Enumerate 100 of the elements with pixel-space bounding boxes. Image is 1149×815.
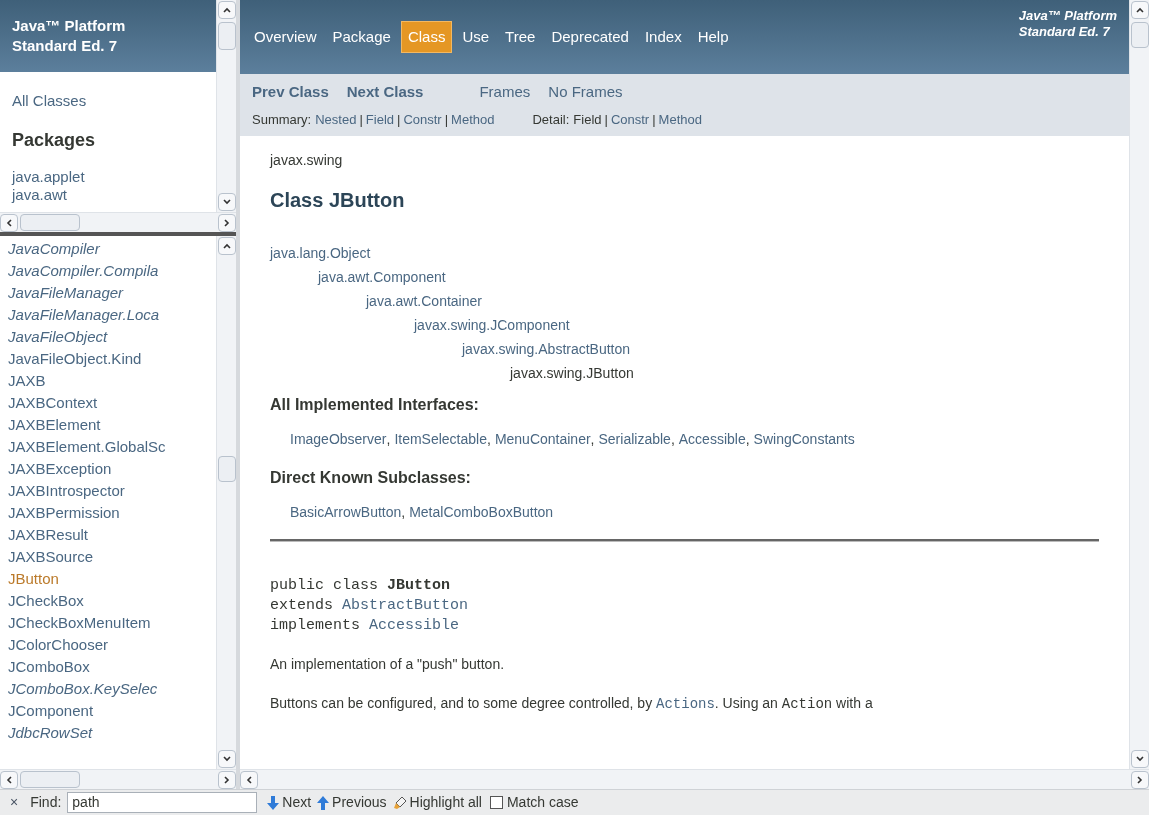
scroll-thumb[interactable] bbox=[218, 22, 236, 50]
hierarchy-link[interactable]: javax.swing.JComponent bbox=[414, 312, 570, 337]
scroll-right-icon[interactable] bbox=[218, 770, 236, 789]
class-link[interactable]: JAXBResult bbox=[8, 524, 89, 546]
class-link[interactable]: JAXB bbox=[8, 370, 46, 392]
class-link[interactable]: JButton bbox=[8, 568, 59, 590]
nav-link[interactable]: Constr bbox=[610, 110, 650, 130]
scroll-thumb[interactable] bbox=[1131, 22, 1149, 48]
hierarchy-link[interactable]: java.awt.Container bbox=[366, 288, 482, 313]
description-text: An implementation of a "push" button. bbox=[270, 655, 505, 672]
class-link[interactable]: JComboBox.KeySelec bbox=[8, 678, 158, 700]
class-link[interactable]: JColorChooser bbox=[8, 634, 109, 656]
nav-tab[interactable]: Use bbox=[456, 21, 496, 53]
hierarchy-link[interactable]: java.lang.Object bbox=[270, 240, 371, 265]
vertical-scrollbar[interactable] bbox=[216, 0, 236, 212]
separator: | bbox=[604, 111, 608, 129]
frames-link[interactable]: Frames bbox=[479, 80, 531, 104]
type-link[interactable]: AbstractButton bbox=[342, 595, 469, 616]
close-button[interactable]: × bbox=[8, 792, 21, 813]
scroll-thumb[interactable] bbox=[20, 771, 80, 788]
scroll-right-icon[interactable] bbox=[218, 213, 236, 232]
previous-button[interactable]: Previous bbox=[317, 792, 387, 813]
package-name: javax.swing bbox=[270, 150, 343, 170]
scroll-left-icon[interactable] bbox=[0, 213, 18, 232]
all-classes-link[interactable]: All Classes bbox=[12, 90, 87, 113]
class-link[interactable]: JdbcRowSet bbox=[8, 722, 93, 744]
frames-link[interactable]: No Frames bbox=[548, 80, 623, 104]
find-field[interactable]: path bbox=[67, 792, 258, 813]
vertical-scrollbar[interactable] bbox=[216, 236, 236, 769]
class-link[interactable]: JAXBSource bbox=[8, 546, 94, 568]
class-link[interactable]: JCheckBox bbox=[8, 590, 84, 612]
arrow-down-icon bbox=[267, 795, 280, 810]
interface-link[interactable]: Accessible bbox=[678, 428, 746, 450]
summary-label: Summary: bbox=[252, 111, 312, 129]
code-link[interactable]: Actions bbox=[656, 695, 715, 712]
hierarchy-link[interactable]: java.awt.Component bbox=[318, 264, 446, 289]
scroll-up-icon[interactable] bbox=[218, 237, 236, 255]
comma: , bbox=[487, 429, 491, 449]
scroll-up-icon[interactable] bbox=[218, 1, 236, 19]
class-link[interactable]: JavaFileManager.Loca bbox=[8, 304, 160, 326]
class-link[interactable]: JCheckBoxMenuItem bbox=[8, 612, 151, 634]
scroll-right-icon[interactable] bbox=[1131, 770, 1149, 789]
detail-label: Detail: bbox=[532, 111, 570, 129]
match-case-checkbox[interactable]: Match case bbox=[489, 792, 579, 813]
interface-link[interactable]: MenuContainer bbox=[494, 428, 591, 450]
package-link[interactable]: java.applet bbox=[12, 167, 85, 186]
class-link[interactable]: JavaFileObject.Kind bbox=[8, 348, 142, 370]
nav-tab[interactable]: Help bbox=[691, 21, 735, 53]
scroll-up-icon[interactable] bbox=[1131, 1, 1149, 19]
nav-tab[interactable]: Overview bbox=[248, 21, 323, 53]
hierarchy-link[interactable]: javax.swing.AbstractButton bbox=[462, 336, 631, 361]
class-link[interactable]: JAXBContext bbox=[8, 392, 98, 414]
separator: | bbox=[444, 111, 449, 129]
class-link[interactable]: JComboBox bbox=[8, 656, 90, 678]
nav-link[interactable]: Field bbox=[365, 110, 394, 130]
class-link[interactable]: JavaCompiler.Compila bbox=[8, 260, 159, 282]
next-button[interactable]: Next bbox=[267, 792, 312, 813]
nav-link[interactable]: Nested bbox=[315, 110, 357, 130]
scroll-down-icon[interactable] bbox=[218, 750, 236, 768]
horizontal-scrollbar[interactable] bbox=[240, 769, 1149, 789]
header-banner: Java™ Platform Standard Ed. 7 bbox=[0, 0, 216, 72]
scroll-left-icon[interactable] bbox=[240, 770, 258, 789]
class-link[interactable]: JComponent bbox=[8, 700, 94, 722]
scroll-thumb[interactable] bbox=[218, 456, 236, 482]
nav-tab[interactable]: Index bbox=[638, 21, 688, 53]
class-link[interactable]: JAXBException bbox=[8, 458, 112, 480]
code-text: implements bbox=[270, 615, 361, 636]
scroll-down-icon[interactable] bbox=[218, 193, 236, 211]
highlight-all-button[interactable]: Highlight all bbox=[392, 792, 482, 813]
type-link[interactable]: Accessible bbox=[369, 615, 460, 636]
scroll-left-icon[interactable] bbox=[0, 770, 18, 789]
horizontal-scrollbar[interactable] bbox=[0, 769, 236, 789]
nav-link[interactable]: Constr bbox=[403, 110, 442, 130]
interface-link[interactable]: SwingConstants bbox=[753, 428, 855, 450]
scroll-thumb[interactable] bbox=[20, 214, 80, 231]
package-link[interactable]: java.awt bbox=[12, 185, 68, 204]
code-text: public class bbox=[270, 575, 380, 596]
nav-tab[interactable]: Tree bbox=[499, 21, 542, 53]
vertical-scrollbar[interactable] bbox=[1129, 0, 1149, 769]
class-link[interactable]: JavaFileManager bbox=[8, 282, 124, 304]
interface-link[interactable]: ImageObserver bbox=[290, 428, 387, 450]
class-link[interactable]: JAXBElement.GlobalSc bbox=[8, 436, 166, 458]
class-nav-link[interactable]: Next Class bbox=[346, 80, 424, 104]
class-link[interactable]: JAXBElement bbox=[8, 414, 101, 436]
interface-link[interactable]: ItemSelectable bbox=[394, 428, 487, 450]
nav-tab[interactable]: Deprecated bbox=[545, 21, 635, 53]
class-link[interactable]: JAXBIntrospector bbox=[8, 480, 125, 502]
section-heading: Direct Known Subclasses: bbox=[270, 467, 471, 488]
description-text: . Using an bbox=[714, 694, 779, 711]
scroll-down-icon[interactable] bbox=[1131, 750, 1149, 768]
nav-link[interactable]: Method bbox=[451, 110, 495, 130]
class-link[interactable]: JavaCompiler bbox=[8, 238, 100, 260]
horizontal-scrollbar[interactable] bbox=[0, 212, 236, 232]
interface-link[interactable]: Serializable bbox=[598, 428, 671, 450]
class-link[interactable]: JAXBPermission bbox=[8, 502, 120, 524]
class-link[interactable]: JavaFileObject bbox=[8, 326, 108, 348]
nav-tab[interactable]: Package bbox=[326, 21, 397, 53]
subclass-link[interactable]: MetalComboBoxButton bbox=[409, 501, 554, 523]
nav-link[interactable]: Method bbox=[658, 110, 702, 130]
class-nav-link[interactable]: Prev Class bbox=[252, 80, 329, 104]
